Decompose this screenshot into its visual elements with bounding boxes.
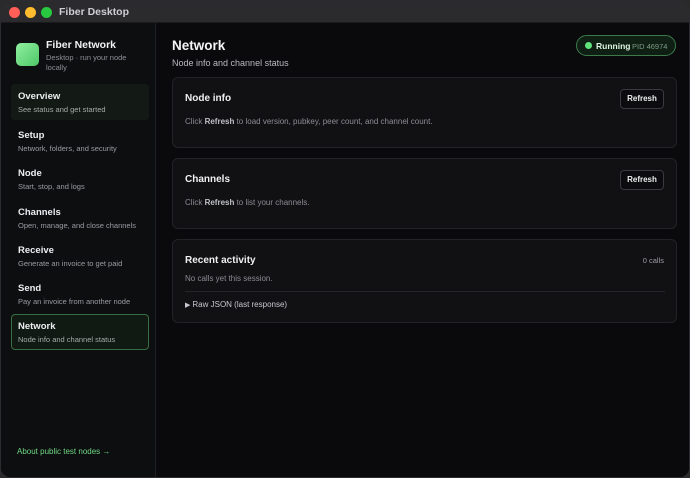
raw-json-toggle[interactable]: ▶ Raw JSON (last response) <box>185 300 287 309</box>
sidebar-item-send[interactable]: Send Pay an invoice from another node <box>11 276 149 312</box>
sidebar-item-channels[interactable]: Channels Open, manage, and close channel… <box>11 200 149 236</box>
page-title: Network <box>172 38 226 53</box>
sidebar-item-node[interactable]: Node Start, stop, and logs <box>11 161 149 197</box>
recent-activity-empty: No calls yet this session. <box>185 274 273 283</box>
brand-name: Fiber Network <box>46 39 117 51</box>
sidebar-item-subtitle: Network, folders, and security <box>18 144 117 153</box>
status-pid: PID 46974 <box>632 42 668 51</box>
sidebar-item-label: Setup <box>18 130 45 141</box>
title-bar: Fiber Desktop <box>1 1 689 23</box>
hint-text: to load version, pubkey, peer count, and… <box>234 117 433 126</box>
hint-emphasis: Refresh <box>204 198 235 207</box>
recent-activity-title: Recent activity <box>185 255 256 266</box>
main-content: Network Node info and channel status Run… <box>157 23 689 477</box>
window-title: Fiber Desktop <box>59 6 130 18</box>
node-info-refresh-button[interactable]: Refresh <box>620 89 664 109</box>
sidebar-item-receive[interactable]: Receive Generate an invoice to get paid <box>11 238 149 274</box>
channels-refresh-button[interactable]: Refresh <box>620 170 664 190</box>
channels-card: Channels Refresh Click Refresh to list y… <box>172 158 677 229</box>
sidebar-item-overview[interactable]: Overview See status and get started <box>11 84 149 120</box>
sidebar-item-subtitle: Node info and channel status <box>18 335 116 344</box>
sidebar-item-subtitle: Generate an invoice to get paid <box>18 259 123 268</box>
app-window: Fiber Desktop Fiber Network Desktop · ru… <box>0 0 690 478</box>
sidebar-item-subtitle: Start, stop, and logs <box>18 182 85 191</box>
node-info-title: Node info <box>185 93 232 104</box>
hint-emphasis: Refresh <box>204 117 235 126</box>
node-info-card: Node info Refresh Click Refresh to load … <box>172 77 677 148</box>
sidebar-item-label: Node <box>18 168 42 179</box>
sidebar-item-label: Network <box>18 321 56 332</box>
status-label: Running <box>596 41 631 51</box>
calls-count: 0 calls <box>642 256 664 265</box>
sidebar: Fiber Network Desktop · run your node lo… <box>1 23 156 477</box>
sidebar-item-label: Channels <box>18 207 61 218</box>
minimize-window-button[interactable] <box>25 7 36 18</box>
brand-subtitle: Desktop · run your node locally <box>46 53 127 72</box>
sidebar-item-label: Receive <box>18 245 54 256</box>
node-info-hint: Click Refresh to load version, pubkey, p… <box>185 117 433 126</box>
status-badge: Running PID 46974 <box>576 35 676 56</box>
channels-title: Channels <box>185 174 231 185</box>
hint-text: Click <box>185 198 205 207</box>
status-dot-icon <box>585 42 592 49</box>
about-public-test-nodes-link[interactable]: About public test nodes → <box>17 447 110 456</box>
sidebar-item-subtitle: Pay an invoice from another node <box>18 297 131 306</box>
sidebar-item-subtitle: See status and get started <box>18 105 106 114</box>
triangle-right-icon: ▶ <box>185 302 191 309</box>
page-subtitle: Node info and channel status <box>172 58 289 68</box>
sidebar-item-setup[interactable]: Setup Network, folders, and security <box>11 123 149 159</box>
maximize-window-button[interactable] <box>41 7 52 18</box>
hint-text: to list your channels. <box>234 198 310 207</box>
sidebar-item-label: Send <box>18 283 42 294</box>
channels-hint: Click Refresh to list your channels. <box>185 198 310 207</box>
sidebar-item-label: Overview <box>18 91 61 102</box>
raw-json-label: Raw JSON (last response) <box>192 300 288 309</box>
divider <box>185 291 665 292</box>
sidebar-item-subtitle: Open, manage, and close channels <box>18 221 136 230</box>
hint-text: Click <box>185 117 205 126</box>
fiber-logo-icon <box>16 43 39 66</box>
recent-activity-card: Recent activity 0 calls No calls yet thi… <box>172 239 677 323</box>
close-window-button[interactable] <box>9 7 20 18</box>
sidebar-item-network[interactable]: Network Node info and channel status <box>11 314 149 350</box>
